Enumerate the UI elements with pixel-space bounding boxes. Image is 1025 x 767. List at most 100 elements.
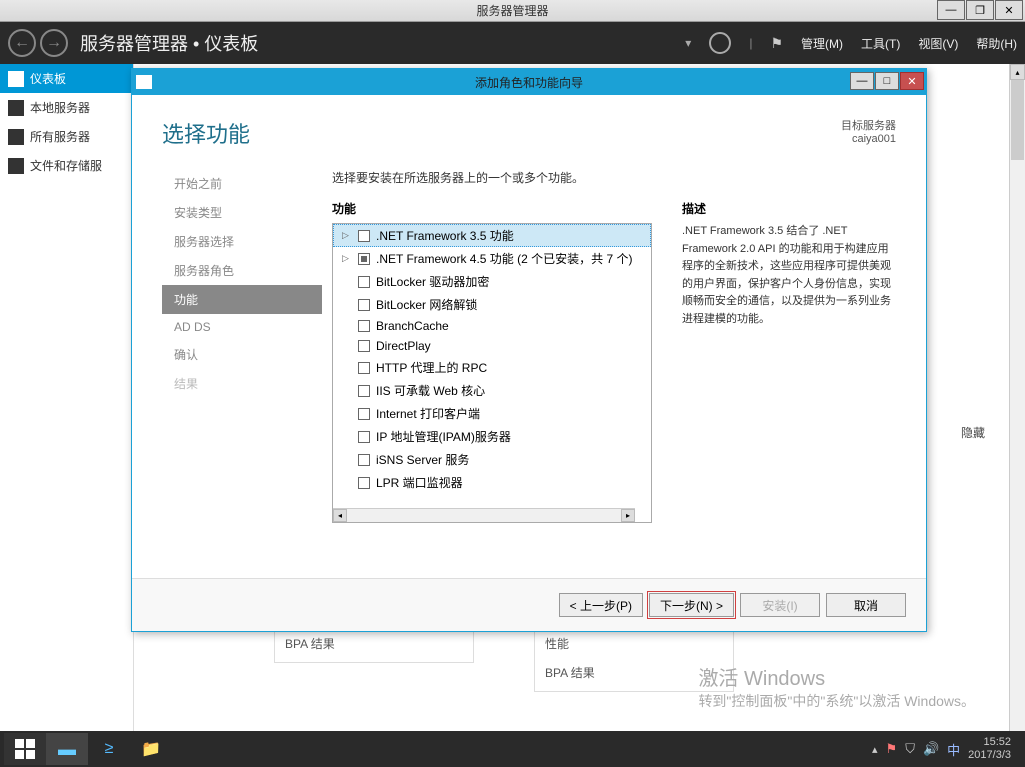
task-powershell[interactable]: ≥ xyxy=(88,733,130,765)
add-roles-wizard: 添加角色和功能向导 — □ ✕ 选择功能 目标服务器 caiya001 开始之前… xyxy=(131,68,927,632)
desc-label: 描述 xyxy=(682,200,892,217)
sidebar-item-label: 文件和存储服 xyxy=(30,157,102,174)
feature-iis-web[interactable]: IIS 可承载 Web 核心 xyxy=(333,379,651,402)
wizard-target: 目标服务器 caiya001 xyxy=(841,117,896,145)
features-scroll[interactable]: ▷ .NET Framework 3.5 功能 ▷ .NET Framework… xyxy=(333,224,651,494)
feature-net45[interactable]: ▷ .NET Framework 4.5 功能 (2 个已安装，共 7 个) xyxy=(333,247,651,270)
step-confirm[interactable]: 确认 xyxy=(162,340,322,369)
main-titlebar: 服务器管理器 — ❐ ✕ xyxy=(0,0,1025,22)
menu-help[interactable]: 帮助(H) xyxy=(976,35,1017,52)
feature-checkbox[interactable] xyxy=(358,454,370,466)
server-icon xyxy=(8,100,24,116)
feature-http-rpc[interactable]: HTTP 代理上的 RPC xyxy=(333,356,651,379)
maximize-button[interactable]: ❐ xyxy=(966,0,994,20)
back-button[interactable]: ← xyxy=(8,29,36,57)
feature-checkbox[interactable] xyxy=(358,385,370,397)
wizard-title: 添加角色和功能向导 xyxy=(475,74,583,91)
feature-checkbox[interactable] xyxy=(358,431,370,443)
breadcrumb: 服务器管理器 • 仪表板 xyxy=(80,30,258,56)
step-adds[interactable]: AD DS xyxy=(162,314,322,340)
step-features[interactable]: 功能 xyxy=(162,285,322,314)
feature-checkbox[interactable] xyxy=(358,340,370,352)
minimize-button[interactable]: — xyxy=(937,0,965,20)
feature-internet-print[interactable]: Internet 打印客户端 xyxy=(333,402,651,425)
wizard-buttons: < 上一步(P) 下一步(N) > 安装(I) 取消 xyxy=(132,578,926,631)
step-server-select[interactable]: 服务器选择 xyxy=(162,227,322,256)
feature-isns[interactable]: iSNS Server 服务 xyxy=(333,448,651,471)
expand-icon[interactable]: ▷ xyxy=(342,230,352,241)
wizard-maximize-button[interactable]: □ xyxy=(875,72,899,90)
wizard-close-button[interactable]: ✕ xyxy=(900,72,924,90)
features-list: ▷ .NET Framework 3.5 功能 ▷ .NET Framework… xyxy=(332,223,652,523)
features-label: 功能 xyxy=(332,200,652,217)
install-button[interactable]: 安装(I) xyxy=(740,593,820,617)
step-before[interactable]: 开始之前 xyxy=(162,169,322,198)
sidebar: 仪表板 本地服务器 所有服务器 文件和存储服 xyxy=(0,64,134,731)
sidebar-item-all-servers[interactable]: 所有服务器 xyxy=(0,122,133,151)
feature-lpr[interactable]: LPR 端口监视器 xyxy=(333,471,651,494)
forward-button[interactable]: → xyxy=(40,29,68,57)
step-result[interactable]: 结果 xyxy=(162,369,322,398)
dropdown-icon[interactable]: ▾ xyxy=(685,36,691,50)
task-server-manager[interactable]: ▬ xyxy=(46,733,88,765)
feature-checkbox[interactable] xyxy=(358,230,370,242)
prev-button[interactable]: < 上一步(P) xyxy=(559,593,643,617)
close-button[interactable]: ✕ xyxy=(995,0,1023,20)
system-tray: ▴ ⚑ ⛉ 🔊 中 15:52 2017/3/3 xyxy=(872,736,1021,762)
menu-tools[interactable]: 工具(T) xyxy=(861,35,900,52)
start-button[interactable] xyxy=(4,733,46,765)
tray-arrow-icon[interactable]: ▴ xyxy=(872,743,878,756)
cancel-button[interactable]: 取消 xyxy=(826,593,906,617)
server-manager-header: ← → 服务器管理器 • 仪表板 ▾ | ⚑ 管理(M) 工具(T) 视图(V)… xyxy=(0,22,1025,64)
windows-icon xyxy=(15,739,35,759)
wizard-minimize-button[interactable]: — xyxy=(850,72,874,90)
clock[interactable]: 15:52 2017/3/3 xyxy=(968,736,1011,762)
sidebar-item-dashboard[interactable]: 仪表板 xyxy=(0,64,133,93)
feature-branchcache[interactable]: BranchCache xyxy=(333,316,651,336)
next-button[interactable]: 下一步(N) > xyxy=(649,593,734,617)
feature-checkbox[interactable] xyxy=(358,253,370,265)
step-install-type[interactable]: 安装类型 xyxy=(162,198,322,227)
feature-description: .NET Framework 3.5 结合了 .NET Framework 2.… xyxy=(682,223,892,329)
sidebar-item-label: 仪表板 xyxy=(30,70,66,87)
servers-icon xyxy=(8,129,24,145)
main-title: 服务器管理器 xyxy=(476,2,548,19)
feature-checkbox[interactable] xyxy=(358,477,370,489)
dashboard-icon xyxy=(8,71,24,87)
activate-windows-watermark: 激活 Windows 转到"控制面板"中的"系统"以激活 Windows。 xyxy=(698,662,975,711)
task-explorer[interactable]: 📁 xyxy=(130,733,172,765)
feature-checkbox[interactable] xyxy=(358,299,370,311)
flag-icon[interactable]: ⚑ xyxy=(770,35,783,52)
feature-checkbox[interactable] xyxy=(358,276,370,288)
feature-ipam[interactable]: IP 地址管理(IPAM)服务器 xyxy=(333,425,651,448)
tray-network-icon[interactable]: ⛉ xyxy=(905,741,915,757)
wizard-icon xyxy=(136,75,152,89)
sidebar-item-local-server[interactable]: 本地服务器 xyxy=(0,93,133,122)
feature-bitlocker-net[interactable]: BitLocker 网络解锁 xyxy=(333,293,651,316)
expand-icon[interactable]: ▷ xyxy=(342,253,352,264)
feature-checkbox[interactable] xyxy=(358,362,370,374)
content-desc: 选择要安装在所选服务器上的一个或多个功能。 xyxy=(332,169,896,186)
feature-checkbox[interactable] xyxy=(358,408,370,420)
content-scrollbar[interactable]: ▴ xyxy=(1009,64,1025,731)
feature-checkbox[interactable] xyxy=(358,320,370,332)
feature-bitlocker-drive[interactable]: BitLocker 驱动器加密 xyxy=(333,270,651,293)
sidebar-item-label: 所有服务器 xyxy=(30,128,90,145)
step-server-roles[interactable]: 服务器角色 xyxy=(162,256,322,285)
features-hscrollbar[interactable]: ◂▸ xyxy=(333,508,635,522)
refresh-icon[interactable] xyxy=(709,32,731,54)
feature-directplay[interactable]: DirectPlay xyxy=(333,336,651,356)
storage-icon xyxy=(8,158,24,174)
sidebar-item-storage[interactable]: 文件和存储服 xyxy=(0,151,133,180)
taskbar: ▬ ≥ 📁 ▴ ⚑ ⛉ 🔊 中 15:52 2017/3/3 xyxy=(0,731,1025,767)
tray-ime-icon[interactable]: 中 xyxy=(947,740,960,759)
feature-net35[interactable]: ▷ .NET Framework 3.5 功能 xyxy=(333,224,651,247)
wizard-titlebar: 添加角色和功能向导 — □ ✕ xyxy=(132,69,926,95)
menu-view[interactable]: 视图(V) xyxy=(918,35,958,52)
tray-flag-icon[interactable]: ⚑ xyxy=(886,741,898,757)
hide-button[interactable]: 隐藏 xyxy=(961,424,985,441)
wizard-heading: 选择功能 xyxy=(162,117,250,149)
wizard-steps: 开始之前 安装类型 服务器选择 服务器角色 功能 AD DS 确认 结果 xyxy=(162,159,322,578)
menu-manage[interactable]: 管理(M) xyxy=(801,35,843,52)
tray-sound-icon[interactable]: 🔊 xyxy=(923,741,939,757)
